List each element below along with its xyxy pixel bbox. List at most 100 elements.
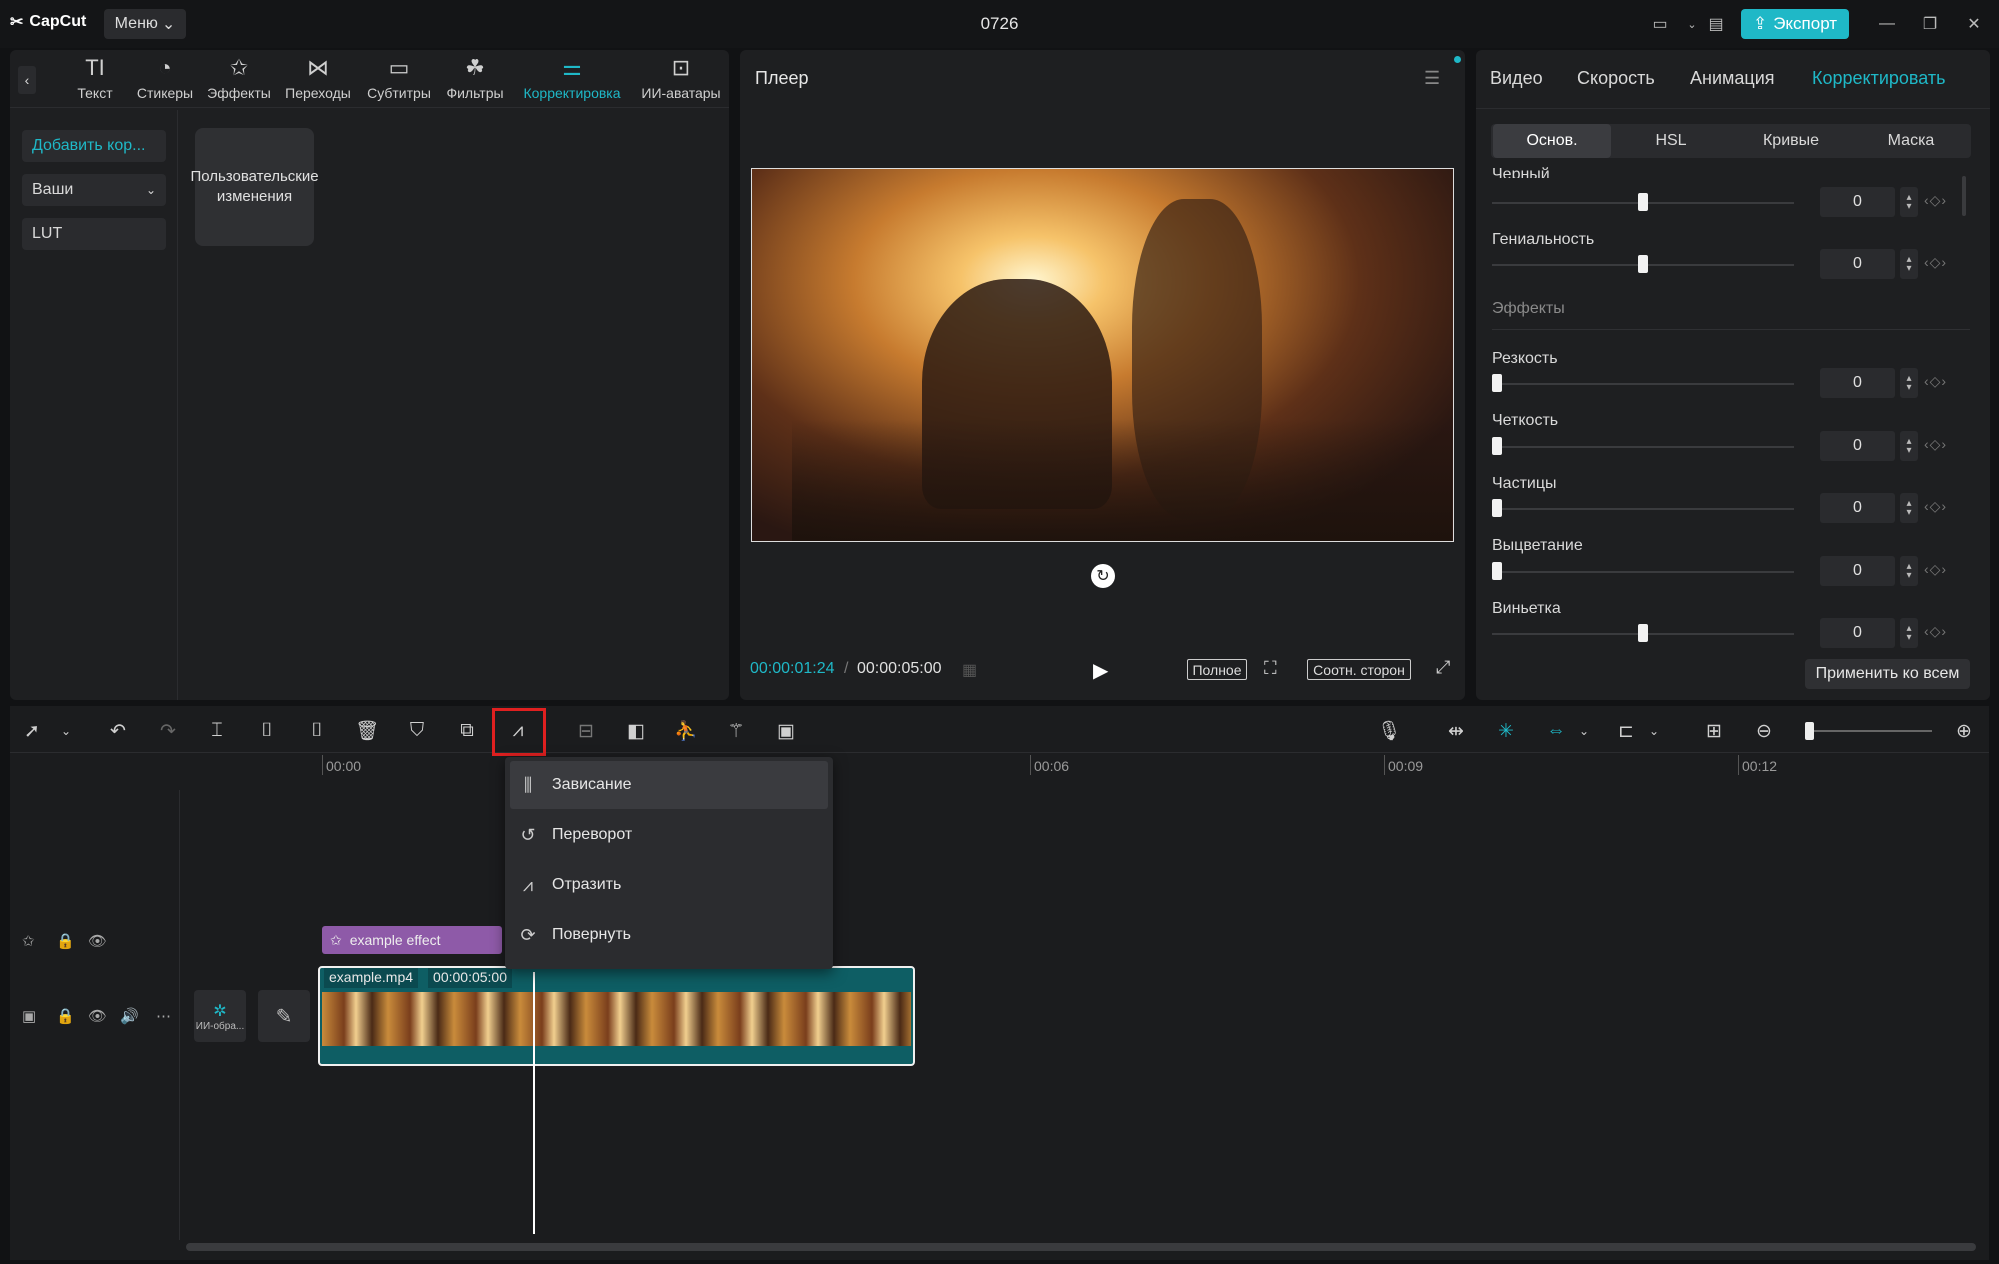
- slider-knob[interactable]: [1492, 562, 1502, 580]
- tool-text[interactable]: TI Текст: [57, 56, 133, 106]
- rotate-handle-icon[interactable]: ↻: [1091, 564, 1115, 588]
- custom-adjustments-tile[interactable]: Пользовательские изменения: [190, 128, 319, 246]
- minimize-icon[interactable]: —: [1875, 13, 1899, 35]
- tab-video[interactable]: Видео: [1490, 68, 1543, 89]
- add-adjustment-button[interactable]: Добавить кор...: [22, 130, 166, 162]
- chevron-down-icon[interactable]: ⌄: [1640, 719, 1668, 743]
- lock-icon[interactable]: 🔒: [56, 1007, 75, 1025]
- zoom-slider-knob[interactable]: [1805, 722, 1814, 740]
- stepper-icon[interactable]: ▴ ▾: [1900, 249, 1918, 279]
- chevron-down-icon[interactable]: ⌄: [1570, 719, 1598, 743]
- person-remove-bg-icon[interactable]: ⛹: [672, 719, 700, 743]
- tool-filters[interactable]: ☘ Фильтры: [437, 56, 513, 106]
- stepper-icon[interactable]: ▴ ▾: [1900, 431, 1918, 461]
- slider-knob[interactable]: [1492, 499, 1502, 517]
- delete-icon[interactable]: 🗑: [353, 719, 381, 743]
- slider-clarity[interactable]: [1492, 446, 1794, 448]
- keyframe-icon[interactable]: ‹◇›: [1924, 498, 1947, 515]
- tool-adjust[interactable]: ⚌ Корректировка: [516, 56, 628, 106]
- lut-item[interactable]: LUT: [22, 218, 166, 250]
- captions-icon[interactable]: ⊞: [1700, 719, 1728, 743]
- scrollbar[interactable]: [1962, 176, 1966, 216]
- value-clarity[interactable]: 0: [1820, 431, 1895, 461]
- chevron-down-icon[interactable]: ⌄: [1680, 13, 1704, 35]
- value-sharpness[interactable]: 0: [1820, 368, 1895, 398]
- toolbar-back-icon[interactable]: ‹: [18, 66, 36, 94]
- close-icon[interactable]: ✕: [1962, 13, 1986, 35]
- redo-icon[interactable]: ↷: [154, 719, 182, 743]
- video-preview[interactable]: [751, 168, 1454, 542]
- stepper-icon[interactable]: ▴ ▾: [1900, 368, 1918, 398]
- more-icon[interactable]: ⋯: [156, 1007, 171, 1025]
- zoom-slider[interactable]: [1808, 730, 1932, 732]
- tool-subtitles[interactable]: ▭ Субтитры: [361, 56, 437, 106]
- shield-icon[interactable]: ⛉: [403, 719, 431, 743]
- tool-effects[interactable]: ✩ Эффекты: [201, 56, 277, 106]
- keyframe-icon[interactable]: ‹◇›: [1924, 623, 1947, 640]
- split-right-icon[interactable]: ⌷: [303, 719, 331, 743]
- slider-knob[interactable]: [1638, 255, 1648, 273]
- player-menu-icon[interactable]: ☰: [1424, 68, 1440, 89]
- slider-knob[interactable]: [1638, 624, 1648, 642]
- hd-icon[interactable]: ▣: [772, 719, 800, 743]
- ai-process-button[interactable]: ✲ ИИ-обра...: [194, 990, 246, 1042]
- volume-icon[interactable]: 🔊: [120, 1007, 139, 1025]
- split-icon[interactable]: ⌶: [203, 719, 231, 743]
- playhead[interactable]: [533, 972, 535, 1234]
- fullscreen-icon[interactable]: ⤢: [1436, 657, 1450, 678]
- magnet-icon[interactable]: ✳: [1492, 719, 1520, 743]
- tool-transitions[interactable]: ⋈ Переходы: [280, 56, 356, 106]
- magic-wand-icon[interactable]: ⚚: [722, 719, 750, 743]
- subtab-hsl[interactable]: HSL: [1612, 124, 1730, 158]
- eye-icon[interactable]: 👁: [88, 932, 107, 950]
- tab-animation[interactable]: Анимация: [1690, 68, 1775, 89]
- layout-icon[interactable]: ▭: [1648, 13, 1672, 35]
- restore-icon[interactable]: ❐: [1918, 13, 1942, 35]
- zoom-in-icon[interactable]: ⊕: [1950, 719, 1978, 743]
- value-vignette[interactable]: 0: [1820, 618, 1895, 648]
- freeze-frame-icon[interactable]: ⊟: [572, 719, 600, 743]
- slider-fade[interactable]: [1492, 571, 1794, 573]
- subtab-mask[interactable]: Маска: [1852, 124, 1970, 158]
- aspect-ratio-button[interactable]: Соотн. сторон: [1307, 659, 1411, 680]
- apply-to-all-button[interactable]: Применить ко всем: [1805, 659, 1970, 689]
- crop-icon[interactable]: ⧉: [453, 719, 481, 743]
- preview-axis-icon[interactable]: ⊏: [1612, 719, 1640, 743]
- slider-knob[interactable]: [1492, 374, 1502, 392]
- menu-item-freeze[interactable]: ⫼ Зависание: [510, 761, 828, 809]
- tool-ai-avatars[interactable]: ⊡ ИИ-аватары: [634, 56, 728, 106]
- zoom-fit-icon[interactable]: ⛶: [1264, 658, 1277, 679]
- stepper-icon[interactable]: ▴ ▾: [1900, 556, 1918, 586]
- tool-stickers[interactable]: ◔ Стикеры: [127, 56, 203, 106]
- value-black[interactable]: 0: [1820, 187, 1895, 217]
- value-fade[interactable]: 0: [1820, 556, 1895, 586]
- audio-split-icon[interactable]: ◧: [622, 719, 650, 743]
- value-particles[interactable]: 0: [1820, 493, 1895, 523]
- yours-dropdown[interactable]: Ваши ⌄: [22, 174, 166, 206]
- keyframe-icon[interactable]: ‹◇›: [1924, 254, 1947, 271]
- slider-knob[interactable]: [1492, 437, 1502, 455]
- stepper-icon[interactable]: ▴ ▾: [1900, 187, 1918, 217]
- full-quality-button[interactable]: Полное: [1187, 659, 1247, 680]
- timeline-scrollbar[interactable]: [186, 1243, 1976, 1251]
- keyframe-icon[interactable]: ‹◇›: [1924, 192, 1947, 209]
- value-brilliance[interactable]: 0: [1820, 249, 1895, 279]
- export-button[interactable]: ⇪ Экспорт: [1741, 9, 1849, 39]
- play-icon[interactable]: ▶: [1093, 658, 1108, 683]
- eye-icon[interactable]: 👁: [88, 1007, 107, 1025]
- keyframe-icon[interactable]: ‹◇›: [1924, 561, 1947, 578]
- subtitles-panel-icon[interactable]: ▤: [1704, 13, 1728, 35]
- menu-item-reverse[interactable]: ↺ Переворот: [510, 811, 828, 859]
- menu-item-mirror[interactable]: ⩘ Отразить: [510, 861, 828, 909]
- effect-clip[interactable]: ✩ example effect: [322, 926, 502, 954]
- tab-adjust[interactable]: Корректировать: [1812, 68, 1946, 89]
- link-clips-icon[interactable]: ⇹: [1442, 719, 1470, 743]
- slider-particles[interactable]: [1492, 508, 1794, 510]
- slider-knob[interactable]: [1638, 193, 1648, 211]
- zoom-out-icon[interactable]: ⊖: [1750, 719, 1778, 743]
- subtab-curves[interactable]: Кривые: [1732, 124, 1850, 158]
- microphone-icon[interactable]: 🎙: [1375, 719, 1403, 743]
- chain-link-icon[interactable]: ⇔: [1542, 719, 1570, 743]
- subtab-basic[interactable]: Основ.: [1493, 124, 1611, 158]
- select-cursor-icon[interactable]: ➚: [18, 719, 46, 743]
